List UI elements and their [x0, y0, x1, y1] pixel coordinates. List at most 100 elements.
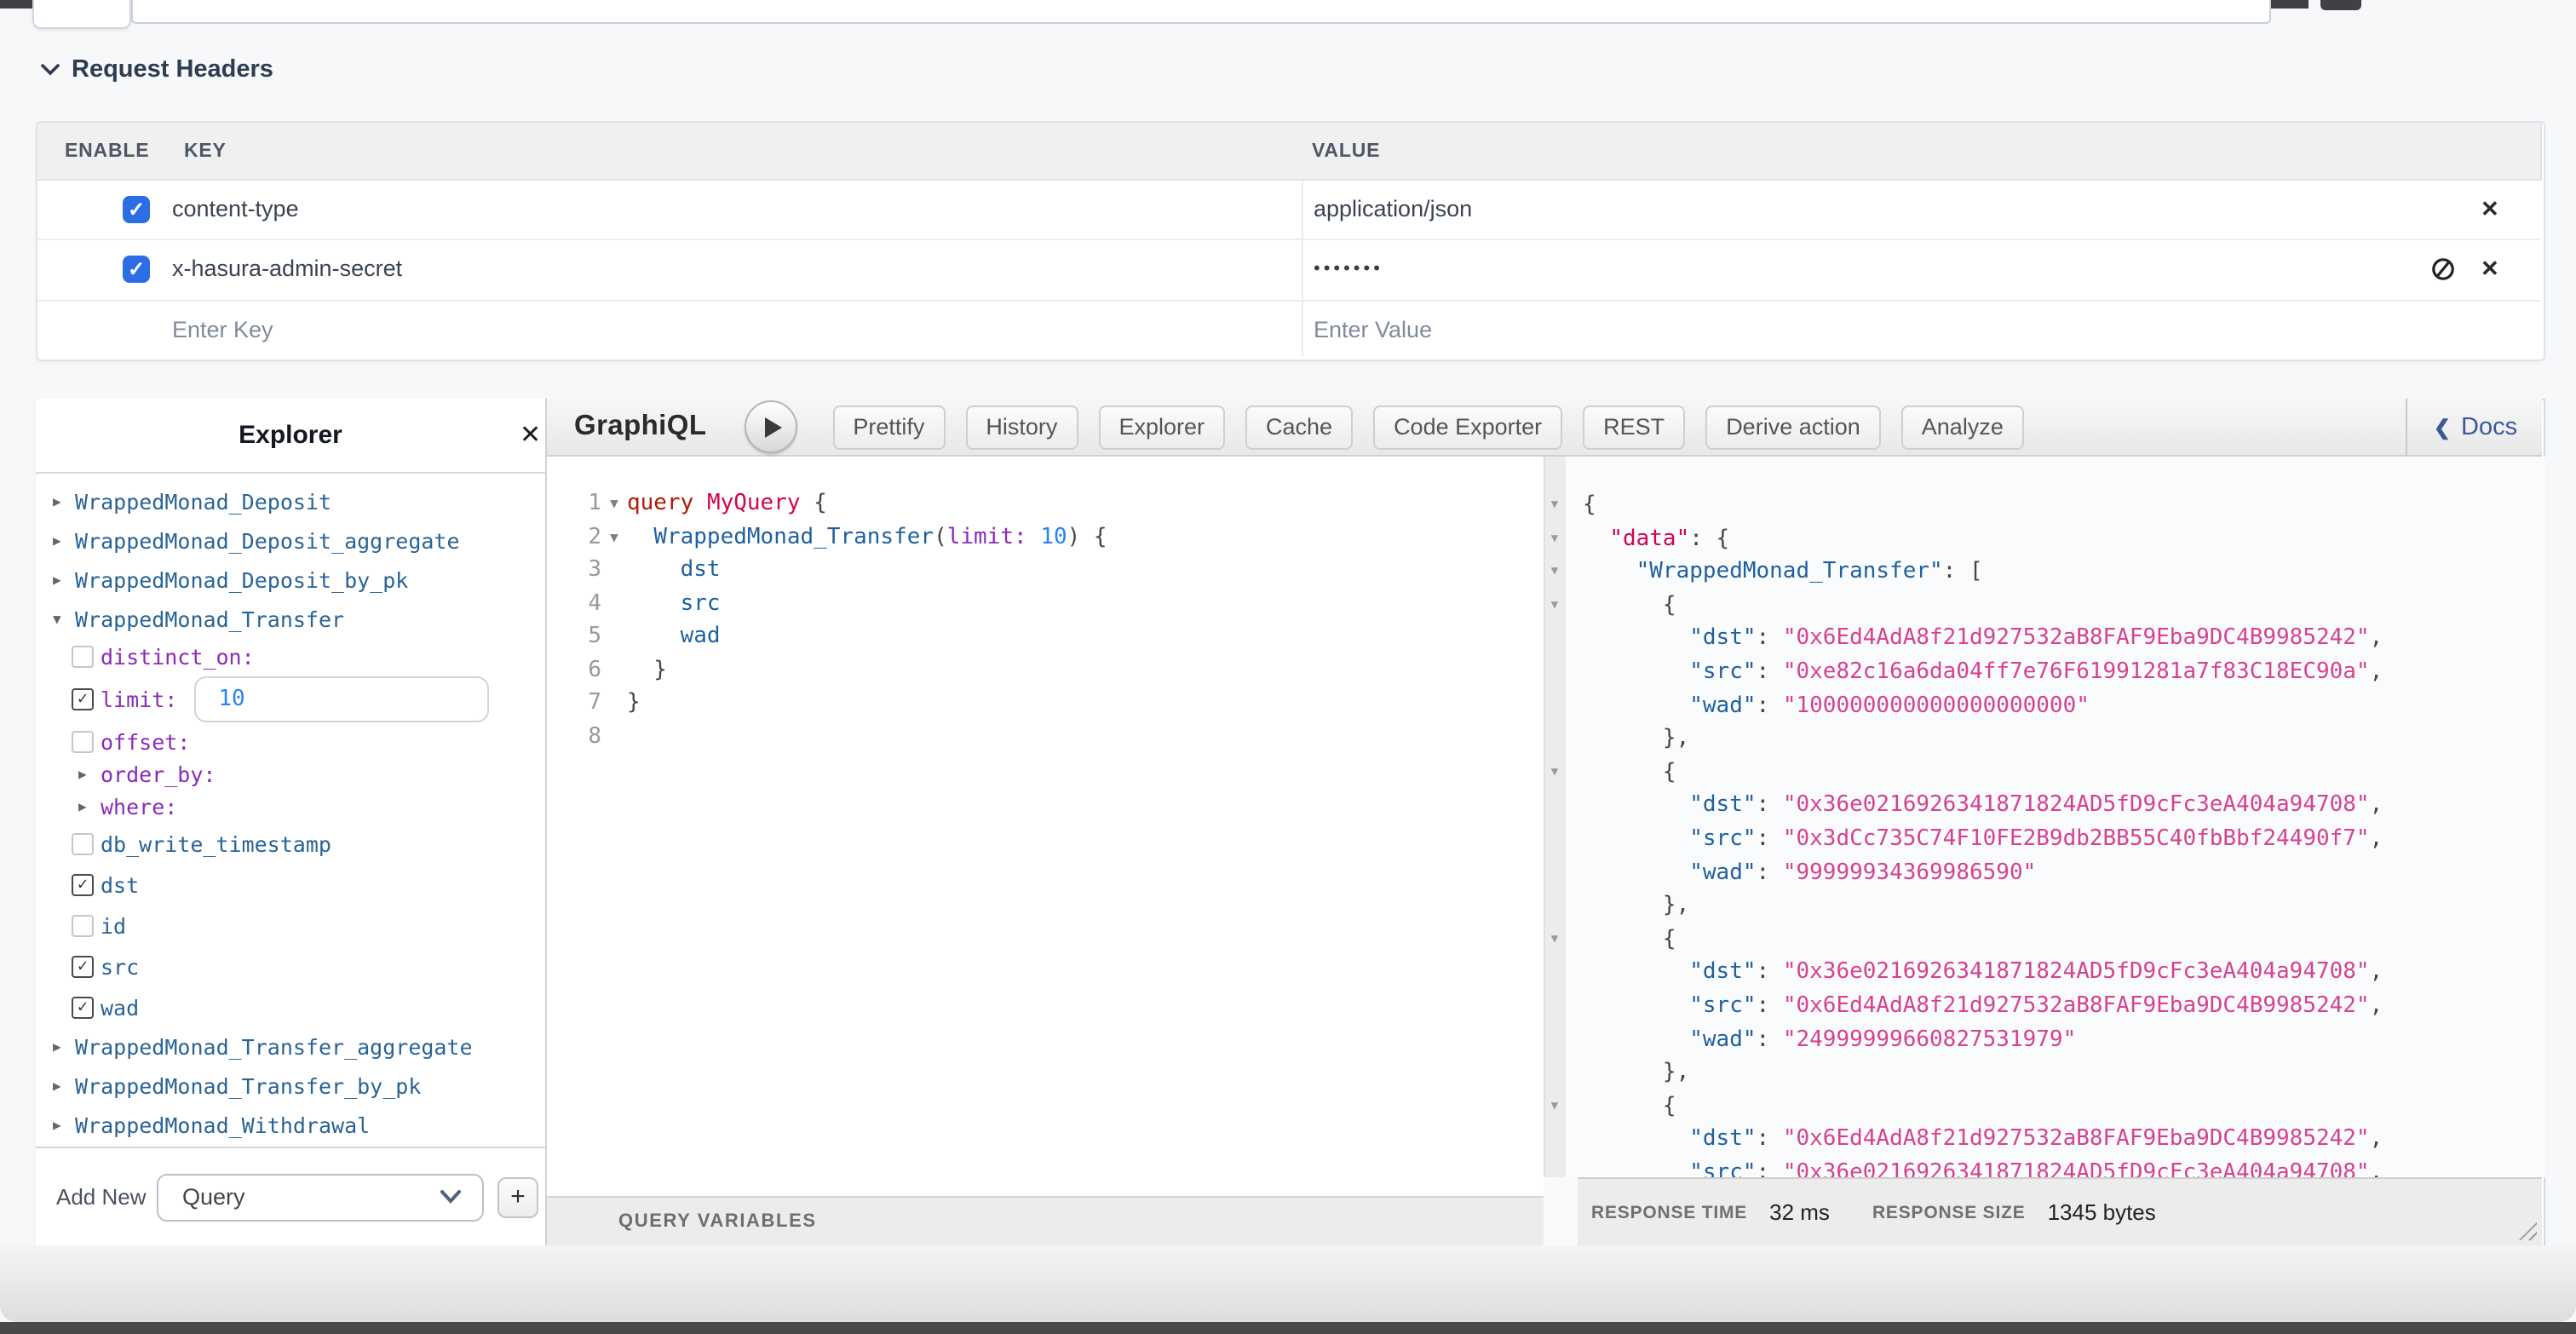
- explorer-row-wrappedmonad-transfer-by-pk[interactable]: ▶WrappedMonad_Transfer_by_pk: [36, 1067, 545, 1106]
- explorer-row-src[interactable]: ✓ src: [36, 946, 545, 986]
- explorer-item-label: WrappedMonad_Withdrawal: [75, 1113, 370, 1138]
- fold-gutter-empty: [601, 587, 627, 620]
- fold-arrow-icon[interactable]: ▼: [601, 487, 627, 520]
- docs-toggle[interactable]: ❮ Docs: [2406, 399, 2544, 455]
- explorer-item-label: offset:: [101, 728, 190, 754]
- explorer-row-wrappedmonad-deposit[interactable]: ▶WrappedMonad_Deposit: [36, 482, 545, 521]
- checkbox-db-write-timestamp[interactable]: [72, 832, 94, 854]
- header-value-input-masked[interactable]: •••••••: [1314, 240, 1383, 298]
- response-code-line: ▼ {: [1544, 1090, 2545, 1123]
- editor-code-line: 2▼ WrappedMonad_Transfer(limit: 10) {: [547, 520, 1544, 554]
- expand-arrow-icon[interactable]: ▶: [53, 1118, 75, 1133]
- toolbar-button-explorer[interactable]: Explorer: [1098, 405, 1225, 449]
- fold-arrow-icon[interactable]: ▼: [1544, 555, 1566, 589]
- toolbar-button-rest[interactable]: REST: [1583, 405, 1685, 449]
- fold-arrow-icon[interactable]: ▼: [601, 520, 627, 554]
- explorer-item-label: WrappedMonad_Deposit_by_pk: [75, 567, 408, 593]
- expand-arrow-icon[interactable]: ▶: [78, 799, 101, 814]
- checkbox-src[interactable]: ✓: [72, 955, 94, 977]
- fold-arrow-icon[interactable]: ▼: [1544, 923, 1566, 956]
- reveal-secret-eye-icon[interactable]: [2429, 256, 2457, 283]
- checkbox-offset[interactable]: [72, 730, 94, 752]
- checkbox-wad[interactable]: ✓: [72, 996, 94, 1018]
- limit-value-input[interactable]: 10: [194, 676, 489, 722]
- expand-arrow-icon[interactable]: ▶: [53, 533, 75, 549]
- toolbar-button-analyze[interactable]: Analyze: [1901, 405, 2024, 449]
- fold-arrow-icon[interactable]: ▼: [1544, 1090, 1566, 1123]
- header-key-input[interactable]: x-hasura-admin-secret: [172, 240, 402, 298]
- toolbar-button-code-exporter[interactable]: Code Exporter: [1373, 405, 1562, 449]
- toolbar-button-history[interactable]: History: [965, 405, 1078, 449]
- header-key-input[interactable]: content-type: [172, 181, 299, 239]
- checkbox-dst[interactable]: ✓: [72, 873, 94, 895]
- collapse-arrow-icon[interactable]: ▼: [53, 612, 75, 627]
- query-variables-bar[interactable]: QUERY VARIABLES: [547, 1196, 1557, 1245]
- explorer-row-offset[interactable]: offset:: [36, 724, 545, 758]
- explorer-row-id[interactable]: id: [36, 905, 545, 946]
- explorer-row-wrappedmonad-transfer[interactable]: ▼WrappedMonad_Transfer: [36, 600, 545, 639]
- response-code-line: "dst": "0x6Ed4AdA8f21d927532aB8FAF9Eba9D…: [1544, 1124, 2545, 1157]
- line-number: 6: [547, 653, 601, 687]
- checkbox-id[interactable]: [72, 914, 94, 936]
- explorer-item-label: limit:: [101, 686, 177, 711]
- play-icon: [764, 417, 781, 437]
- explorer-row-distinct-on[interactable]: distinct_on:: [36, 639, 545, 673]
- response-code-line: ▼ "data": {: [1544, 522, 2545, 555]
- request-headers-title: Request Headers: [72, 56, 273, 83]
- explorer-row-wad[interactable]: ✓wad: [36, 986, 545, 1027]
- new-header-key-input[interactable]: Enter Key: [172, 302, 273, 359]
- query-editor[interactable]: 1▼query MyQuery {2▼ WrappedMonad_Transfe…: [547, 457, 1544, 1196]
- expand-arrow-icon[interactable]: ▶: [53, 1039, 75, 1055]
- explorer-footer: Add New Query +: [36, 1147, 545, 1247]
- endpoint-url-input-partial[interactable]: [131, 0, 2271, 24]
- toolbar-button-prettify[interactable]: Prettify: [832, 405, 945, 449]
- column-value: VALUE: [1312, 123, 1380, 182]
- add-new-select[interactable]: Query: [157, 1174, 484, 1222]
- fold-arrow-icon[interactable]: ▼: [1544, 589, 1566, 623]
- response-code-line: "dst": "0x6Ed4AdA8f21d927532aB8FAF9Eba9D…: [1544, 623, 2545, 656]
- response-code-line: ▼ {: [1544, 756, 2545, 790]
- resize-handle[interactable]: [2518, 1222, 2537, 1240]
- fold-arrow-icon[interactable]: ▼: [1544, 522, 1566, 555]
- response-code-line: "dst": "0x36e0216926341871824AD5fD9cFc3e…: [1544, 957, 2545, 990]
- header-enable-checkbox[interactable]: ✓: [123, 256, 150, 283]
- explorer-row-wrappedmonad-deposit-by-pk[interactable]: ▶WrappedMonad_Deposit_by_pk: [36, 561, 545, 600]
- explorer-row-order-by[interactable]: ▶order_by:: [36, 758, 545, 791]
- explorer-header: Explorer ✕: [36, 399, 545, 474]
- expand-arrow-icon[interactable]: ▶: [78, 767, 101, 782]
- checkbox-distinct-on[interactable]: [72, 645, 94, 667]
- expand-arrow-icon[interactable]: ▶: [53, 1078, 75, 1094]
- fold-arrow-icon[interactable]: ▼: [1544, 756, 1566, 790]
- header-value-input[interactable]: application/json: [1314, 181, 1472, 239]
- explorer-item-label: src: [101, 953, 139, 979]
- explorer-row-wrappedmonad-withdrawal[interactable]: ▶WrappedMonad_Withdrawal: [36, 1106, 545, 1145]
- fold-gutter-empty: [1544, 722, 1566, 756]
- explorer-item-label: dst: [101, 871, 139, 897]
- fold-gutter-empty: [601, 554, 627, 587]
- new-header-value-input[interactable]: Enter Value: [1314, 302, 1432, 359]
- toolbar-button-derive-action[interactable]: Derive action: [1705, 405, 1881, 449]
- explorer-field-list: ▶WrappedMonad_Deposit▶WrappedMonad_Depos…: [36, 482, 545, 1145]
- explorer-row-wrappedmonad-deposit-aggregate[interactable]: ▶WrappedMonad_Deposit_aggregate: [36, 521, 545, 561]
- execute-query-button[interactable]: [744, 400, 796, 453]
- expand-arrow-icon[interactable]: ▶: [53, 572, 75, 588]
- fold-gutter-empty: [1544, 889, 1566, 923]
- fold-arrow-icon[interactable]: ▼: [1544, 489, 1566, 522]
- explorer-row-limit[interactable]: ✓ limit: 10: [36, 673, 545, 724]
- explorer-close-icon[interactable]: ✕: [520, 399, 541, 472]
- request-headers-collapse-icon[interactable]: [41, 63, 60, 77]
- checkbox-limit[interactable]: ✓: [72, 687, 94, 710]
- expand-arrow-icon[interactable]: ▶: [53, 494, 75, 509]
- add-new-button[interactable]: +: [497, 1177, 538, 1218]
- explorer-row-wrappedmonad-transfer-aggregate[interactable]: ▶WrappedMonad_Transfer_aggregate: [36, 1027, 545, 1067]
- fold-gutter-empty: [1544, 623, 1566, 656]
- explorer-row-dst[interactable]: ✓ dst: [36, 864, 545, 905]
- header-enable-checkbox[interactable]: ✓: [123, 196, 150, 223]
- remove-header-icon[interactable]: ✕: [2481, 240, 2499, 298]
- explorer-row-where[interactable]: ▶where:: [36, 791, 545, 823]
- toolbar-button-cache[interactable]: Cache: [1245, 405, 1353, 449]
- fold-gutter-empty: [1544, 656, 1566, 689]
- remove-header-icon[interactable]: ✕: [2481, 181, 2499, 239]
- explorer-row-db-write-timestamp[interactable]: db_write_timestamp: [36, 823, 545, 864]
- method-select-partial[interactable]: [32, 0, 131, 29]
